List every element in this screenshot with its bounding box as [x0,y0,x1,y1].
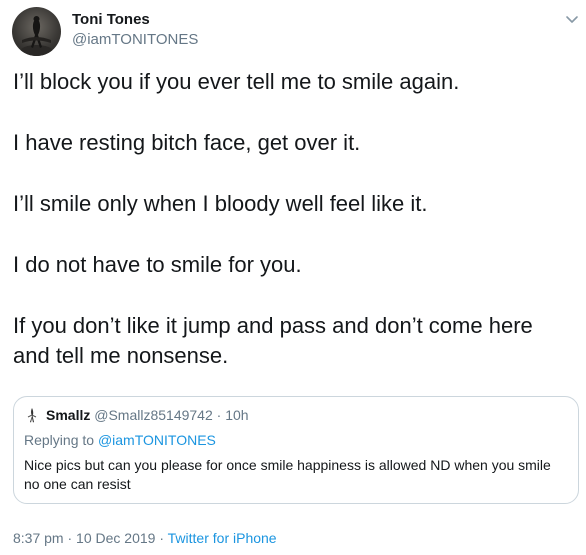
tweet-time[interactable]: 8:37 pm [13,530,64,546]
quoted-tweet-text: Nice pics but can you please for once sm… [24,457,551,492]
separator-dot: · [216,407,222,423]
quoted-display-name[interactable]: Smallz [46,407,90,423]
tweet-metadata: 8:37 pm · 10 Dec 2019 · Twitter for iPho… [13,529,277,547]
tweet: Toni Tones @iamTONITONES I’ll block you … [0,0,586,555]
tweet-paragraph: I have resting bitch face, get over it. [13,130,361,155]
tweet-paragraph: If you don’t like it jump and pass and d… [13,313,533,368]
author-handle[interactable]: @iamTONITONES [72,30,198,50]
tweet-source-link[interactable]: Twitter for iPhone [168,530,277,546]
separator-dot: · [159,530,165,546]
tweet-paragraph: I do not have to smile for you. [13,252,302,277]
tweet-paragraph: I’ll block you if you ever tell me to sm… [13,69,460,94]
tweet-paragraph: I’ll smile only when I bloody well feel … [13,191,428,216]
replying-to-label: Replying to [24,432,98,448]
quoted-tweet-header: Smallz @Smallz85149742 · 10h [24,406,249,424]
replying-to-mention[interactable]: @iamTONITONES [98,432,216,448]
chevron-down-icon[interactable] [563,10,581,28]
quoted-timestamp[interactable]: 10h [225,407,248,423]
quoted-handle[interactable]: @Smallz85149742 [94,407,213,423]
separator-dot: · [67,530,73,546]
quoted-author-avatar[interactable] [24,407,40,423]
tweet-text: I’ll block you if you ever tell me to sm… [13,67,573,402]
author-avatar[interactable] [12,7,61,56]
tweet-date[interactable]: 10 Dec 2019 [76,530,155,546]
replying-to: Replying to @iamTONITONES [24,431,216,449]
quoted-tweet-card[interactable]: Smallz @Smallz85149742 · 10h Replying to… [13,396,579,504]
author-display-name[interactable]: Toni Tones [72,10,150,30]
